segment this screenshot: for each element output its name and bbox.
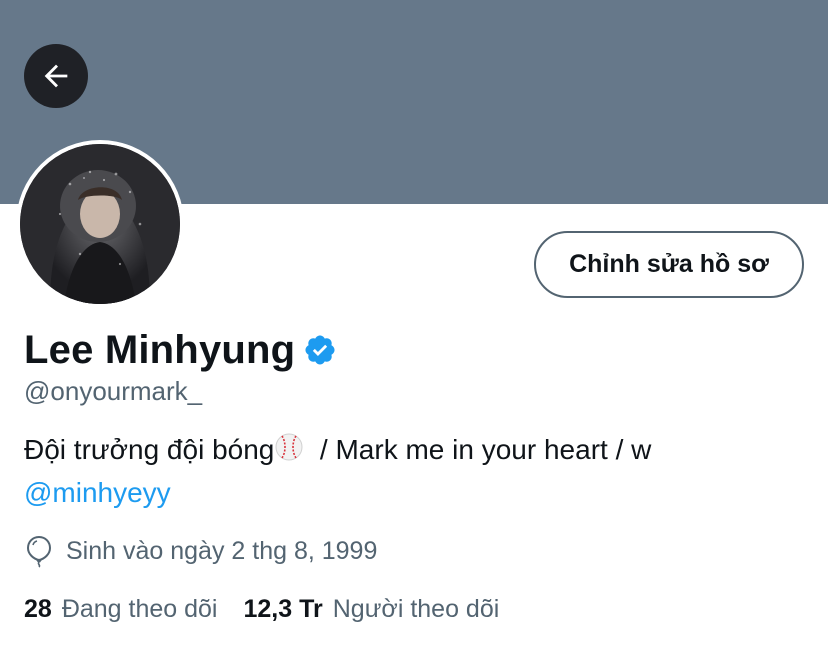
followers-stat[interactable]: 12,3 Tr Người theo dõi	[244, 595, 500, 624]
following-label: Đang theo dõi	[61, 594, 218, 623]
bio-mention-link[interactable]: @minhyeyy	[24, 477, 171, 508]
profile-meta-row: Sinh vào ngày 2 thg 8, 1999	[24, 534, 377, 568]
bio-text-continued: / Mark me in your heart / w	[304, 434, 652, 465]
profile-handle: @onyourmark_	[24, 376, 203, 406]
back-button[interactable]	[24, 44, 88, 108]
following-stat[interactable]: 28 Đang theo dõi	[24, 595, 218, 624]
birthday-text: Sinh vào ngày 2 thg 8, 1999	[66, 536, 378, 565]
avatar-image	[20, 144, 180, 304]
edit-profile-button[interactable]: Chỉnh sửa hồ sơ	[534, 231, 804, 298]
baseball-icon	[274, 432, 304, 473]
profile-name-row: Lee Minhyung	[24, 324, 337, 376]
display-name: Lee Minhyung	[24, 327, 296, 372]
following-count: 28	[24, 594, 52, 623]
profile-avatar[interactable]	[16, 140, 184, 308]
arrow-left-icon	[39, 59, 73, 93]
followers-label: Người theo dõi	[332, 594, 500, 623]
profile-bio: Đội trưởng đội bóng / Mark me in your he…	[24, 430, 804, 513]
bio-text: Đội trưởng đội bóng	[24, 434, 275, 465]
follow-stats: 28 Đang theo dõi 12,3 Tr Người theo dõi	[24, 592, 499, 626]
followers-count: 12,3 Tr	[243, 594, 323, 623]
verified-badge-icon[interactable]	[303, 333, 337, 367]
balloon-icon	[24, 534, 54, 568]
